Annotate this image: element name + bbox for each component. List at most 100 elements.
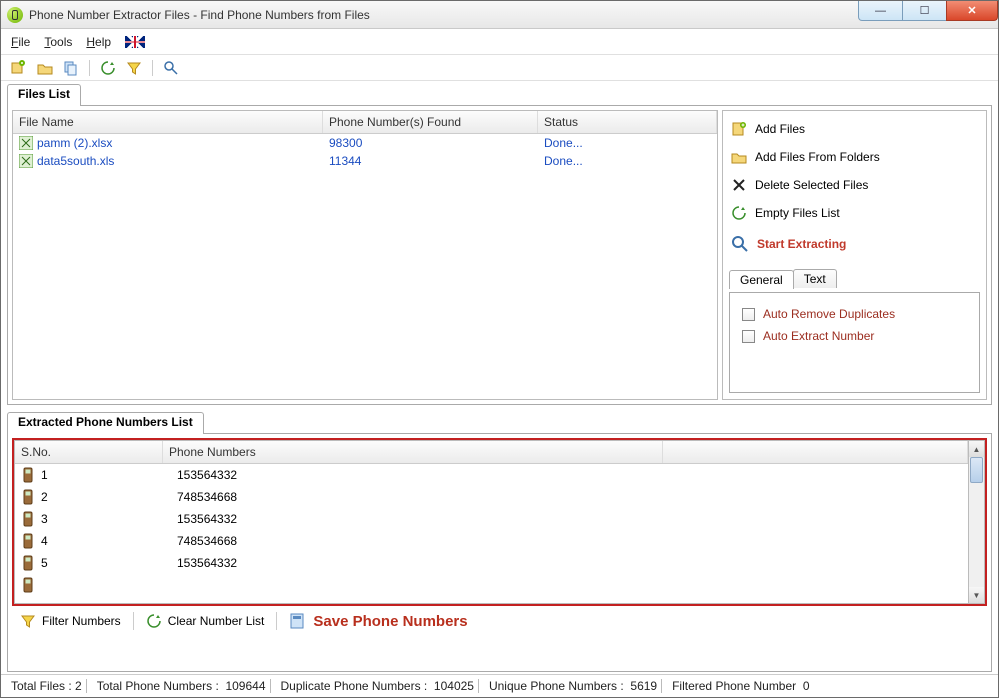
- start-extracting-button[interactable]: Start Extracting: [729, 229, 980, 259]
- delete-icon: [731, 177, 747, 193]
- options-panel: Auto Remove Duplicates Auto Extract Numb…: [729, 292, 980, 393]
- menu-help[interactable]: Help: [86, 35, 111, 49]
- refresh-icon: [731, 205, 747, 221]
- excel-file-icon: [19, 136, 33, 150]
- title-bar: Phone Number Extractor Files - Find Phon…: [1, 1, 998, 29]
- auto-remove-duplicates-checkbox[interactable]: Auto Remove Duplicates: [740, 303, 969, 325]
- numbers-scrollbar[interactable]: ▲ ▼: [968, 440, 985, 604]
- auto-extract-label: Auto Extract Number: [763, 329, 874, 343]
- filter-numbers-button[interactable]: Filter Numbers: [14, 611, 127, 631]
- scroll-thumb[interactable]: [970, 457, 983, 483]
- add-folder-icon[interactable]: [37, 60, 53, 76]
- file-name: data5south.xls: [37, 154, 114, 168]
- header-file-name[interactable]: File Name: [13, 111, 323, 133]
- number-row[interactable]: 2 748534668: [15, 486, 968, 508]
- refresh-icon[interactable]: [100, 60, 116, 76]
- status-total-numbers: Total Phone Numbers : 109644: [93, 679, 271, 693]
- close-button[interactable]: ✕: [946, 1, 998, 21]
- scroll-down-icon[interactable]: ▼: [969, 587, 984, 603]
- file-count: 98300: [329, 136, 362, 150]
- add-files-button[interactable]: Add Files: [729, 117, 980, 141]
- add-folders-label: Add Files From Folders: [755, 150, 880, 164]
- empty-list-button[interactable]: Empty Files List: [729, 201, 980, 225]
- delete-selected-button[interactable]: Delete Selected Files: [729, 173, 980, 197]
- phone-icon: [21, 555, 35, 571]
- auto-remove-label: Auto Remove Duplicates: [763, 307, 895, 321]
- numbers-header: S.No. Phone Numbers: [15, 441, 968, 464]
- numbers-table: S.No. Phone Numbers 1 153564332 2: [14, 440, 968, 604]
- files-panel: File Name Phone Number(s) Found Status p…: [7, 105, 992, 405]
- number-row[interactable]: 1 153564332: [15, 464, 968, 486]
- add-files-icon[interactable]: [11, 60, 27, 76]
- language-flag-icon[interactable]: [125, 36, 145, 48]
- minimize-button[interactable]: —: [858, 1, 903, 21]
- checkbox-icon: [742, 330, 755, 343]
- tab-general[interactable]: General: [729, 270, 794, 289]
- header-sno[interactable]: S.No.: [15, 441, 163, 463]
- toolbar-separator: [89, 60, 90, 76]
- phone-icon: [21, 533, 35, 549]
- files-tabstrip: Files List: [7, 83, 992, 105]
- number-row[interactable]: 4 748534668: [15, 530, 968, 552]
- start-extracting-label: Start Extracting: [757, 237, 846, 251]
- copy-icon[interactable]: [63, 60, 79, 76]
- status-duplicate-numbers: Duplicate Phone Numbers : 104025: [277, 679, 479, 693]
- header-phone[interactable]: Phone Numbers: [163, 441, 663, 463]
- row-phone: 153564332: [177, 468, 237, 482]
- auto-extract-number-checkbox[interactable]: Auto Extract Number: [740, 325, 969, 347]
- status-filtered-numbers: Filtered Phone Number 0: [668, 679, 813, 693]
- empty-list-label: Empty Files List: [755, 206, 840, 220]
- row-sno: 5: [41, 556, 171, 570]
- scroll-up-icon[interactable]: ▲: [969, 441, 984, 457]
- file-row[interactable]: data5south.xls 11344 Done...: [13, 152, 717, 170]
- row-phone: 153564332: [177, 556, 237, 570]
- add-files-icon: [731, 121, 747, 137]
- menu-tools[interactable]: Tools: [44, 35, 72, 49]
- files-rows: pamm (2).xlsx 98300 Done... data5south.x…: [13, 134, 717, 399]
- save-phone-numbers-button[interactable]: Save Phone Numbers: [283, 610, 473, 632]
- refresh-icon: [146, 613, 162, 629]
- menu-file[interactable]: File: [11, 35, 30, 49]
- header-blank[interactable]: [663, 441, 968, 463]
- header-status[interactable]: Status: [538, 111, 717, 133]
- file-row[interactable]: pamm (2).xlsx 98300 Done...: [13, 134, 717, 152]
- extracted-tabstrip: Extracted Phone Numbers List: [7, 411, 992, 433]
- header-found[interactable]: Phone Number(s) Found: [323, 111, 538, 133]
- options-tabstrip: General Text: [729, 269, 980, 288]
- number-row[interactable]: 3 153564332: [15, 508, 968, 530]
- phone-icon: [21, 467, 35, 483]
- window-controls: — ☐ ✕: [859, 1, 998, 21]
- status-bar: Total Files : 2 Total Phone Numbers : 10…: [1, 674, 998, 697]
- filter-icon[interactable]: [126, 60, 142, 76]
- file-count: 11344: [329, 154, 361, 168]
- window-title: Phone Number Extractor Files - Find Phon…: [29, 8, 859, 22]
- filter-icon: [20, 613, 36, 629]
- row-sno: 2: [41, 490, 171, 504]
- number-row[interactable]: [15, 574, 968, 596]
- file-status: Done...: [544, 154, 583, 168]
- checkbox-icon: [742, 308, 755, 321]
- search-icon[interactable]: [163, 60, 179, 76]
- row-phone: 153564332: [177, 512, 237, 526]
- tab-text[interactable]: Text: [793, 269, 837, 288]
- row-phone: 748534668: [177, 490, 237, 504]
- delete-selected-label: Delete Selected Files: [755, 178, 868, 192]
- add-files-folders-button[interactable]: Add Files From Folders: [729, 145, 980, 169]
- filter-label: Filter Numbers: [42, 614, 121, 628]
- phone-icon: [21, 577, 35, 593]
- file-name: pamm (2).xlsx: [37, 136, 112, 150]
- tab-extracted-list[interactable]: Extracted Phone Numbers List: [7, 412, 204, 434]
- row-sno: 1: [41, 468, 171, 482]
- tab-files-list[interactable]: Files List: [7, 84, 81, 106]
- actions-sidebar: Add Files Add Files From Folders Delete …: [722, 110, 987, 400]
- number-row[interactable]: 5 153564332: [15, 552, 968, 574]
- clear-number-list-button[interactable]: Clear Number List: [140, 611, 271, 631]
- maximize-button[interactable]: ☐: [902, 1, 947, 21]
- extracted-panel: S.No. Phone Numbers 1 153564332 2: [7, 433, 992, 672]
- extracted-section: Extracted Phone Numbers List S.No. Phone…: [7, 411, 992, 672]
- separator: [276, 612, 277, 630]
- excel-file-icon: [19, 154, 33, 168]
- phone-icon: [21, 489, 35, 505]
- content-area: Files List File Name Phone Number(s) Fou…: [1, 81, 998, 674]
- scroll-track[interactable]: [969, 457, 984, 587]
